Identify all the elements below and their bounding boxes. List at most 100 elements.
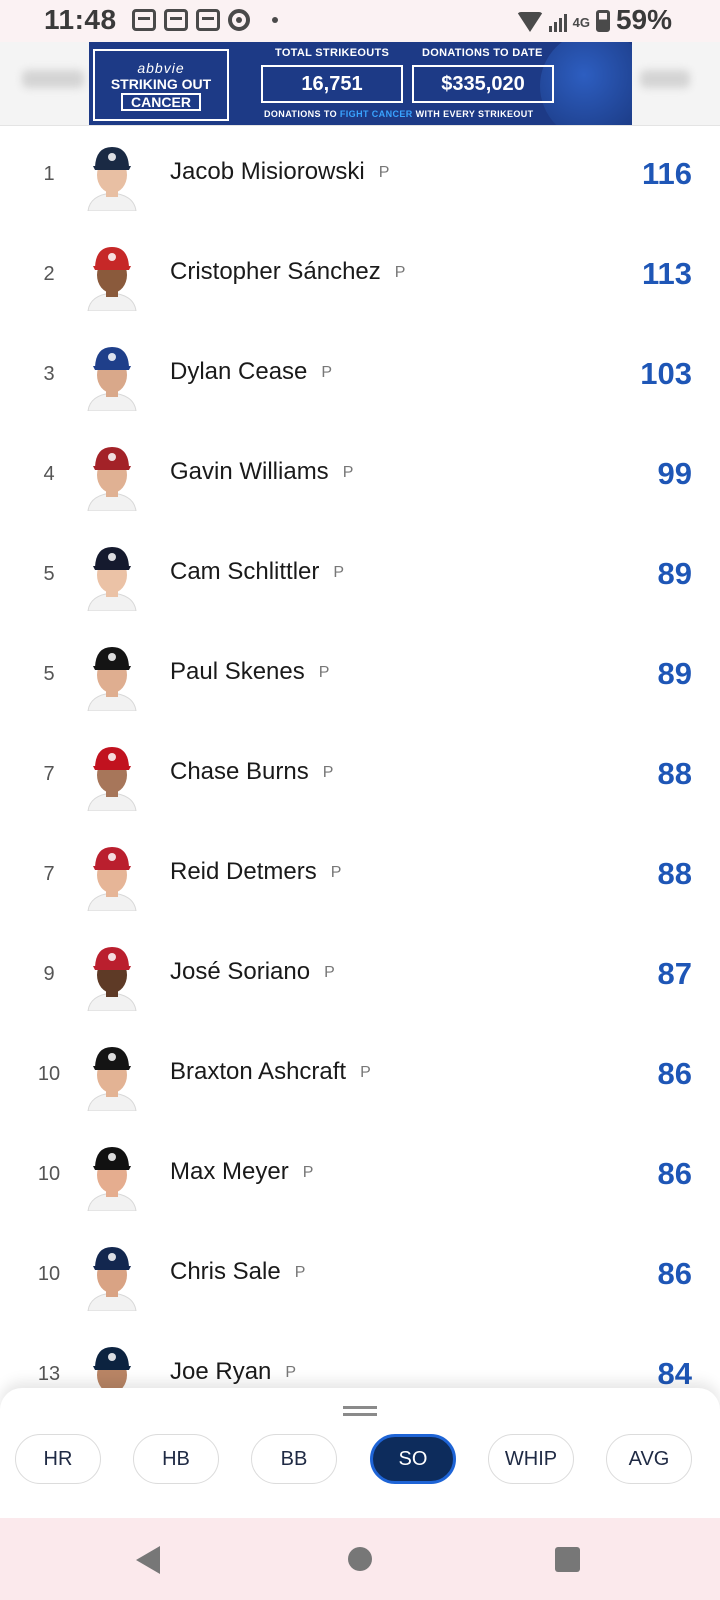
strikeout-value: 89 — [657, 556, 692, 591]
player-name: Cam Schlittler — [170, 558, 320, 585]
player-name: Chris Sale — [170, 1258, 281, 1285]
player-rank: 7 — [43, 863, 55, 885]
sponsor-footer-b: WITH EVERY STRIKEOUT — [412, 109, 534, 119]
strikeout-value: 84 — [657, 1356, 692, 1388]
player-name-link[interactable]: Cristopher Sánchez P — [170, 258, 405, 286]
player-row[interactable]: 13 Joe Ryan P 84 — [0, 1326, 720, 1388]
chrome-icon — [228, 9, 250, 31]
player-name-link[interactable]: Joe Ryan P — [170, 1358, 296, 1386]
player-rank: 2 — [43, 263, 55, 285]
strikeout-value: 87 — [657, 956, 692, 991]
player-rank: 10 — [37, 1163, 61, 1185]
stat-category-sheet[interactable]: HR HB BB SO WHIP AVG — [0, 1388, 720, 1518]
recents-icon[interactable] — [555, 1547, 580, 1572]
player-row[interactable]: 3 Dylan Cease P 103 — [0, 326, 720, 426]
player-row[interactable]: 10 Max Meyer P 86 — [0, 1126, 720, 1226]
player-headshot — [87, 247, 137, 311]
player-row[interactable]: 5 Paul Skenes P 89 — [0, 626, 720, 726]
status-bar: 11:48 4G 59% — [0, 0, 720, 42]
player-position: P — [324, 964, 335, 981]
player-position: P — [302, 1164, 314, 1181]
donations-label: DONATIONS TO DATE — [422, 47, 543, 59]
player-name-link[interactable]: Chase Burns P — [170, 758, 333, 786]
player-headshot — [87, 1047, 137, 1111]
tab-avg[interactable]: AVG — [606, 1434, 692, 1484]
sponsor-footer-a: DONATIONS TO — [264, 109, 340, 119]
player-rank: 7 — [43, 763, 55, 785]
strikeout-value: 88 — [657, 756, 692, 791]
player-name-link[interactable]: Dylan Cease P — [170, 358, 332, 386]
player-name: Dylan Cease — [170, 358, 308, 385]
player-name-link[interactable]: Braxton Ashcraft P — [170, 1058, 371, 1086]
strikeout-value: 86 — [657, 1156, 692, 1191]
player-rank: 4 — [43, 463, 55, 485]
calendar-icon — [164, 9, 188, 31]
player-position: P — [342, 464, 354, 481]
player-row[interactable]: 7 Chase Burns P 88 — [0, 726, 720, 826]
player-name-link[interactable]: Chris Sale P — [170, 1258, 305, 1286]
player-headshot — [87, 747, 137, 811]
player-rank: 10 — [37, 1263, 61, 1285]
player-name-link[interactable]: Gavin Williams P — [170, 458, 353, 486]
player-name-link[interactable]: José Soriano P — [170, 958, 335, 986]
tab-hr[interactable]: HR — [15, 1434, 101, 1484]
player-position: P — [294, 1264, 306, 1281]
strikeout-leaders-list[interactable]: 1 Jacob Misiorowski P 116 2 Cristopher Sá… — [0, 126, 720, 1388]
player-row[interactable]: 2 Cristopher Sánchez P 113 — [0, 226, 720, 326]
strikeouts-value: 16,751 — [261, 65, 403, 103]
tab-so[interactable]: SO — [370, 1434, 456, 1484]
drag-handle-icon[interactable] — [343, 1406, 377, 1416]
player-position: P — [378, 164, 390, 181]
player-name-link[interactable]: Reid Detmers P — [170, 858, 341, 886]
player-name: Max Meyer — [170, 1158, 289, 1185]
player-rank: 5 — [43, 663, 55, 685]
tab-hb[interactable]: HB — [133, 1434, 219, 1484]
player-name: Braxton Ashcraft — [170, 1058, 347, 1085]
strikeout-value: 99 — [657, 456, 692, 491]
player-headshot — [87, 347, 137, 411]
player-position: P — [318, 664, 330, 681]
sponsor-brand: abbvie — [137, 59, 185, 76]
player-name-link[interactable]: Paul Skenes P — [170, 658, 329, 686]
player-name: José Soriano — [170, 958, 311, 985]
network-type: 4G — [572, 14, 590, 30]
player-headshot — [87, 647, 137, 711]
player-headshot — [87, 447, 137, 511]
player-name-link[interactable]: Cam Schlittler P — [170, 558, 344, 586]
calendar-icon — [132, 9, 156, 31]
player-rank: 10 — [37, 1063, 61, 1085]
donations-value: $335,020 — [412, 65, 554, 103]
sponsor-footer-highlight: FIGHT CANCER — [339, 109, 413, 119]
player-position: P — [330, 864, 342, 881]
player-name-link[interactable]: Jacob Misiorowski P — [170, 158, 389, 186]
player-row[interactable]: 5 Cam Schlittler P 89 — [0, 526, 720, 626]
wifi-icon — [516, 12, 543, 32]
strikeouts-label: TOTAL STRIKEOUTS — [275, 47, 390, 59]
home-icon[interactable] — [348, 1547, 372, 1571]
player-name-link[interactable]: Max Meyer P — [170, 1158, 313, 1186]
sponsor-banner[interactable]: abbvie STRIKING OUT CANCER TOTAL STRIKEO… — [89, 41, 632, 125]
player-rank: 1 — [43, 163, 55, 185]
sponsor-footer: DONATIONS TO FIGHT CANCER WITH EVERY STR… — [264, 109, 534, 119]
calendar-icon — [196, 9, 220, 31]
header-blur-left — [22, 70, 84, 88]
campaign-subtitle: CANCER — [121, 92, 201, 111]
battery-percent: 59% — [615, 4, 672, 35]
player-headshot — [87, 947, 137, 1011]
strikeout-value: 89 — [657, 656, 692, 691]
campaign-title: STRIKING OUT — [110, 75, 212, 92]
player-row[interactable]: 4 Gavin Williams P 99 — [0, 426, 720, 526]
tab-whip[interactable]: WHIP — [488, 1434, 574, 1484]
player-position: P — [285, 1364, 297, 1381]
back-icon[interactable] — [136, 1546, 160, 1574]
player-row[interactable]: 7 Reid Detmers P 88 — [0, 826, 720, 926]
player-name: Jacob Misiorowski — [170, 158, 365, 185]
player-headshot — [87, 547, 137, 611]
player-row[interactable]: 10 Chris Sale P 86 — [0, 1226, 720, 1326]
tab-bb[interactable]: BB — [251, 1434, 337, 1484]
player-row[interactable]: 9 José Soriano P 87 — [0, 926, 720, 1026]
player-row[interactable]: 1 Jacob Misiorowski P 116 — [0, 126, 720, 226]
player-row[interactable]: 10 Braxton Ashcraft P 86 — [0, 1026, 720, 1126]
status-notification-icons — [132, 9, 278, 31]
sponsor-logo: abbvie STRIKING OUT CANCER — [93, 49, 229, 121]
